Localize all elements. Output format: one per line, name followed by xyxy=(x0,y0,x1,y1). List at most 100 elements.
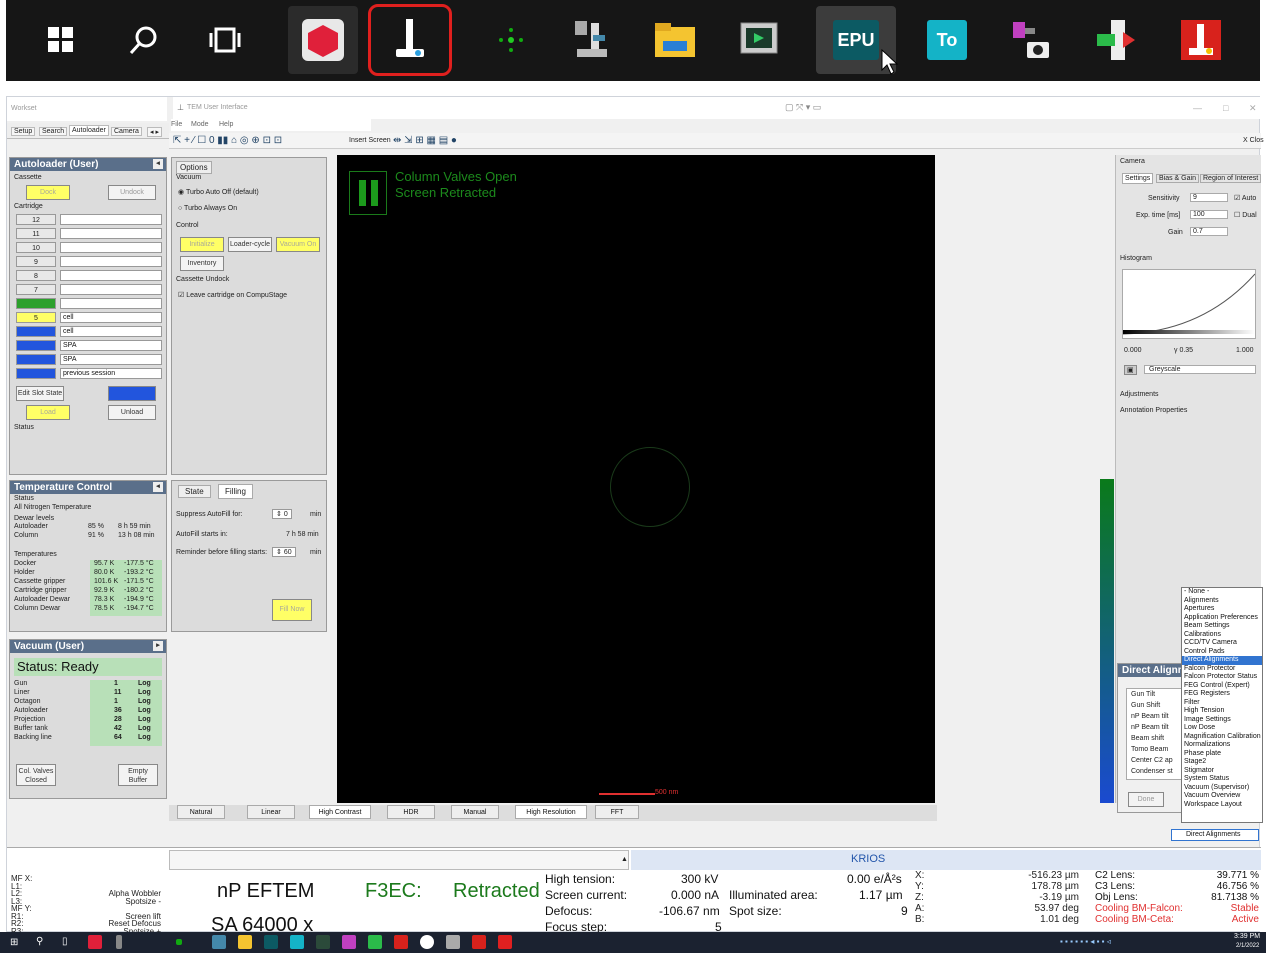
gain-select[interactable]: 0.7 xyxy=(1190,227,1228,236)
tab-camera[interactable]: Camera xyxy=(111,127,142,136)
alignment-item[interactable]: Beam shift xyxy=(1131,735,1164,742)
dropdown-item[interactable]: - None - xyxy=(1182,588,1262,597)
taskbar-taskview-icon[interactable]: ▯ xyxy=(62,936,68,947)
tab-manual[interactable]: Manual xyxy=(451,805,499,819)
dropdown-item[interactable]: Filter xyxy=(1182,699,1262,708)
taskbar-red-app-icon[interactable] xyxy=(88,935,102,949)
done-button[interactable]: Done xyxy=(1128,792,1164,807)
slot-number[interactable]: 8 xyxy=(16,270,56,281)
taskbar-export-icon[interactable] xyxy=(368,935,382,949)
menu-mode[interactable]: Mode xyxy=(191,121,209,128)
col-valves-button[interactable]: Col. Valves Closed xyxy=(16,764,56,786)
tab-search[interactable]: Search xyxy=(39,127,68,136)
slot-number[interactable]: 7 xyxy=(16,284,56,295)
taskbar-gray-icon[interactable] xyxy=(446,935,460,949)
tab-filling[interactable]: Filling xyxy=(218,484,253,499)
tab-scroll-arrows[interactable]: ◂ ▸ xyxy=(147,127,162,137)
dropdown-item[interactable]: Stage2 xyxy=(1182,758,1262,767)
turbo-auto-radio[interactable]: ◉ Turbo Auto Off (default) xyxy=(178,188,259,196)
slot-number[interactable] xyxy=(16,326,56,337)
taskbar-tool-icon[interactable] xyxy=(212,935,226,949)
vacuum-on-button[interactable]: Vacuum On xyxy=(276,237,320,252)
alignment-list[interactable]: Gun Tilt Gun Shift nP Beam tilt nP Beam til… xyxy=(1126,688,1186,780)
taskbar-explorer-icon[interactable] xyxy=(238,935,252,949)
dropdown-item[interactable]: Calibrations xyxy=(1182,631,1262,640)
close-window-button[interactable]: ✕ xyxy=(1249,103,1257,114)
dropdown-item[interactable]: Alignments xyxy=(1182,597,1262,606)
slot-number[interactable] xyxy=(16,298,56,309)
histogram-plot[interactable] xyxy=(1122,269,1256,339)
tab-autoloader[interactable]: Autoloader xyxy=(69,125,109,136)
dropdown-item[interactable]: FEG Control (Expert) xyxy=(1182,682,1262,691)
turbo-on-radio[interactable]: ○ Turbo Always On xyxy=(178,205,237,212)
minimize-button[interactable]: — xyxy=(1193,103,1202,113)
dropdown-item[interactable]: Apertures xyxy=(1182,605,1262,614)
suppress-stepper[interactable]: ⇕ 0 xyxy=(272,509,292,519)
dropdown-item[interactable]: Normalizations xyxy=(1182,741,1262,750)
inventory-button[interactable]: Inventory xyxy=(180,256,224,271)
dropdown-item[interactable]: Falcon Protector xyxy=(1182,665,1262,674)
slot-number[interactable]: 11 xyxy=(16,228,56,239)
tab-natural[interactable]: Natural xyxy=(177,805,225,819)
window-controls-mini[interactable]: ▢ ⤧ ▾ ▭ xyxy=(785,102,821,113)
red-cube-app-icon[interactable] xyxy=(288,6,358,74)
taskbar-search-icon[interactable]: ⚲ xyxy=(36,936,43,947)
edit-slot-state-button[interactable]: Edit Slot State xyxy=(16,386,64,401)
scroll-up-icon[interactable]: ▲ xyxy=(621,856,628,863)
fill-now-button[interactable]: Fill Now xyxy=(272,599,312,621)
slot-number[interactable]: 5 xyxy=(16,312,56,323)
reminder-stepper[interactable]: ⇕ 60 xyxy=(272,547,296,557)
start-icon[interactable]: ⊞ xyxy=(10,937,18,948)
taskbar-monitor-icon[interactable] xyxy=(316,935,330,949)
alignment-item[interactable]: Condenser st xyxy=(1131,768,1173,775)
dropdown-item[interactable]: FEG Registers xyxy=(1182,690,1262,699)
task-view-icon[interactable] xyxy=(190,6,260,74)
image-viewer[interactable]: Column Valves Open Screen Retracted 500 … xyxy=(337,155,935,803)
menu-help[interactable]: Help xyxy=(219,121,233,128)
taskbar-camera-icon[interactable] xyxy=(342,935,356,949)
taskbar-chrome-icon[interactable] xyxy=(420,935,434,949)
tem-user-interface-icon[interactable] xyxy=(368,4,452,76)
slot-number[interactable] xyxy=(16,368,56,379)
alignment-item[interactable]: Gun Shift xyxy=(1131,702,1160,709)
toolbar-extra-icons[interactable]: ⇹ ⇲ ⊞ ▦ ▤ ● xyxy=(393,135,457,146)
dropdown-item[interactable]: Vacuum (Supervisor) xyxy=(1182,784,1262,793)
tab-high-resolution[interactable]: High Resolution xyxy=(515,805,587,819)
panel-collapse-icon[interactable]: ◂ xyxy=(153,482,163,492)
taskbar-microscope-icon[interactable] xyxy=(472,935,486,949)
file-explorer-icon[interactable] xyxy=(640,6,710,74)
auto-checkbox[interactable]: ☑ Auto xyxy=(1234,194,1256,202)
green-star-icon[interactable] xyxy=(476,6,546,74)
exp-time-select[interactable]: 100 xyxy=(1190,210,1228,219)
dropdown-item[interactable]: Magnification Calibration xyxy=(1182,733,1262,742)
dropdown-item[interactable]: Control Pads xyxy=(1182,648,1262,657)
dropdown-item[interactable]: System Status xyxy=(1182,775,1262,784)
slot-number[interactable]: 12 xyxy=(16,214,56,225)
insert-screen-button[interactable]: Insert Screen xyxy=(349,137,391,144)
empty-buffer-button[interactable]: Empty Buffer xyxy=(118,764,158,786)
dropdown-item[interactable]: Vacuum Overview xyxy=(1182,792,1262,801)
dropdown-item[interactable]: High Tension xyxy=(1182,707,1262,716)
slot-number[interactable] xyxy=(16,340,56,351)
dropdown-item[interactable]: Low Dose xyxy=(1182,724,1262,733)
image-icon[interactable]: ▣ xyxy=(1124,365,1137,375)
slot-number[interactable]: 9 xyxy=(16,256,56,267)
tab-settings[interactable]: Settings xyxy=(1122,173,1154,184)
tab-bias-gain[interactable]: Bias & Gain xyxy=(1156,174,1199,183)
red-microscope-icon[interactable] xyxy=(1166,6,1236,74)
menu-file[interactable]: File xyxy=(171,121,182,128)
camera-tool-icon[interactable] xyxy=(996,6,1066,74)
alignment-item[interactable]: Center C2 ap xyxy=(1131,757,1173,764)
dropdown-item[interactable]: Workspace Layout xyxy=(1182,801,1262,810)
dropdown-item[interactable]: CCD/TV Camera xyxy=(1182,639,1262,648)
tab-linear[interactable]: Linear xyxy=(247,805,295,819)
annotation-label[interactable]: Annotation Properties xyxy=(1120,407,1187,414)
adjustments-label[interactable]: Adjustments xyxy=(1120,391,1159,398)
greyscale-select[interactable]: Greyscale xyxy=(1144,365,1256,374)
blue-status-button[interactable] xyxy=(108,386,156,401)
close-panel-button[interactable]: X Clos xyxy=(1243,137,1264,144)
tomo-app-icon[interactable]: To xyxy=(912,6,982,74)
taskbar-epu-icon[interactable] xyxy=(264,935,278,949)
alignment-item[interactable]: Tomo Beam xyxy=(1131,746,1168,753)
toolbar-tools-icon[interactable]: ⇱ + ⁄ ☐ 0 ▮▮ ⌂ ◎ ⊕ ⊡ ⊡ xyxy=(173,135,282,146)
